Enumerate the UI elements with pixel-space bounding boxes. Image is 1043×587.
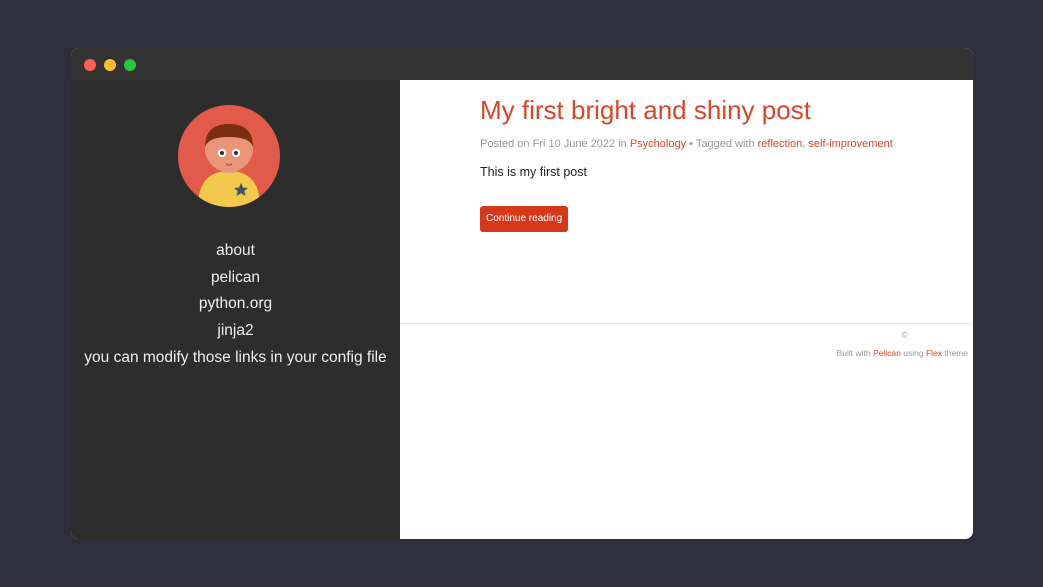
built-with-credit: Built with Pelican using Flex theme <box>837 348 968 358</box>
theme-text: theme <box>942 348 968 358</box>
post-meta: Posted on Fri 10 June 2022 in Psychology… <box>480 138 893 150</box>
config-hint-link[interactable]: you can modify those links in your confi… <box>84 349 386 366</box>
main-content: My first bright and shiny post Posted on… <box>400 80 973 539</box>
python-org-link[interactable]: python.org <box>199 295 272 312</box>
category-link[interactable]: Psychology <box>630 138 686 150</box>
avatar-icon <box>178 105 280 207</box>
sidebar-link-item: pelican <box>71 265 400 292</box>
window-titlebar <box>71 48 973 80</box>
maximize-window-button[interactable] <box>124 59 136 71</box>
minimize-window-button[interactable] <box>104 59 116 71</box>
pelican-link[interactable]: pelican <box>211 269 260 286</box>
tagged-prefix: • Tagged with <box>686 138 758 150</box>
sidebar-link-item: you can modify those links in your confi… <box>71 345 400 372</box>
about-link[interactable]: about <box>216 242 255 259</box>
posted-date: Posted on Fri 10 June 2022 in <box>480 138 630 150</box>
post-title-link[interactable]: My first bright and shiny post <box>480 95 811 125</box>
sidebar-link-item: python.org <box>71 291 400 318</box>
post-summary: This is my first post <box>480 165 587 179</box>
browser-window: about pelican python.org jinja2 you can … <box>71 48 973 539</box>
built-prefix: Built with <box>836 348 873 358</box>
post-title[interactable]: My first bright and shiny post <box>480 95 811 126</box>
tag-link[interactable]: reflection <box>758 138 803 150</box>
pelican-credit-link[interactable]: Pelican <box>873 348 901 358</box>
sidebar-link-item: jinja2 <box>71 318 400 345</box>
continue-reading-button[interactable]: Continue reading <box>480 206 569 232</box>
avatar[interactable] <box>178 105 280 207</box>
close-window-button[interactable] <box>84 59 96 71</box>
sidebar: about pelican python.org jinja2 you can … <box>71 80 400 539</box>
copyright: © <box>901 330 908 340</box>
jinja2-link[interactable]: jinja2 <box>217 322 253 339</box>
sidebar-link-item: about <box>71 238 400 265</box>
footer-divider <box>400 323 973 324</box>
flex-theme-link[interactable]: Flex <box>926 348 942 358</box>
tag-link[interactable]: self-improvement <box>808 138 892 150</box>
sidebar-links: about pelican python.org jinja2 you can … <box>71 238 400 371</box>
using-text: using <box>900 348 926 358</box>
